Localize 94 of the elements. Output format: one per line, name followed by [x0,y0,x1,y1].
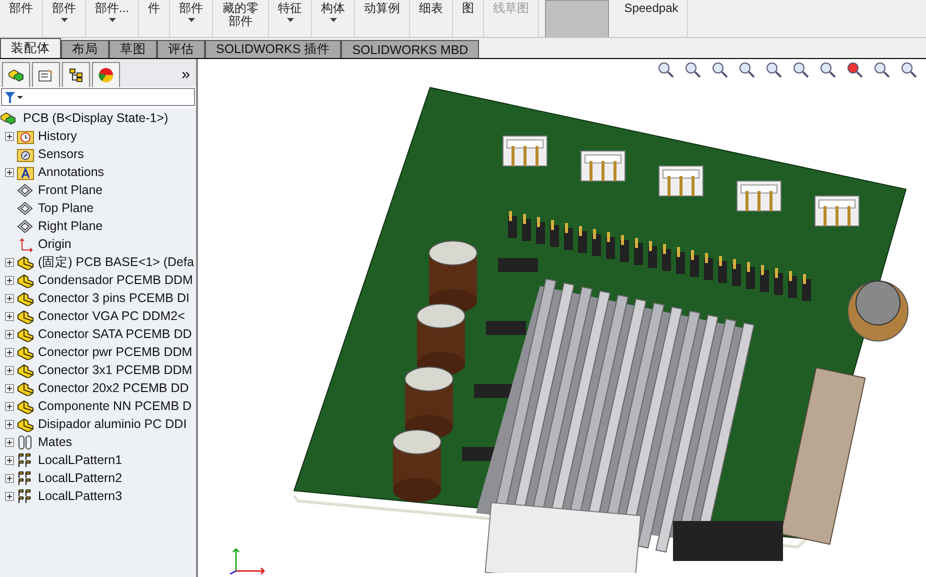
filter-field[interactable] [1,88,195,106]
tree-item[interactable]: Componente NN PCEMB D [38,399,192,413]
origin-icon [17,236,34,252]
tab[interactable]: SOLIDWORKS 插件 [205,40,342,58]
ribbon-button[interactable]: 动算例 [355,0,410,37]
expand-icon[interactable] [5,438,14,446]
tree-item[interactable]: Front Plane [38,183,103,197]
tree-item[interactable]: (固定) PCB BASE<1> (Defa [38,254,194,270]
expand-panel-button[interactable]: » [178,66,194,87]
part-icon [17,326,34,342]
tree-item[interactable]: Conector SATA PCEMB DD [38,327,192,341]
gauge-folder-icon [17,146,34,162]
tree-item[interactable]: Right Plane [38,219,103,233]
appearance-tab[interactable] [92,62,120,87]
expand-icon[interactable] [5,168,14,176]
ribbon-button[interactable]: 特征 [269,0,312,37]
tab[interactable]: 草图 [109,40,157,58]
zoom-fit-icon[interactable] [657,61,675,79]
property-tab[interactable] [32,62,60,87]
tree-item[interactable]: Conector 3 pins PCEMB DI [38,291,190,305]
axis-triad-icon [228,545,268,575]
tree-item[interactable]: Top Plane [38,201,94,215]
tab[interactable]: 布局 [61,40,109,58]
annotation-folder-icon [17,164,34,180]
expand-icon[interactable] [5,492,14,500]
caret-icon[interactable] [330,18,337,22]
part-icon [17,380,34,396]
ribbon-button[interactable]: 部件 [0,0,43,37]
expand-icon[interactable] [5,456,14,464]
part-icon [17,344,34,360]
part-icon [17,272,34,288]
tree-item[interactable]: History [38,129,77,143]
tree-item[interactable]: Annotations [38,165,104,179]
expand-icon[interactable] [5,294,14,302]
part-icon [17,290,34,306]
filter-icon [5,92,23,102]
expand-icon[interactable] [5,384,14,392]
expand-icon[interactable] [5,366,14,374]
expand-icon[interactable] [5,330,14,338]
expand-icon[interactable] [5,348,14,356]
tree-item[interactable]: Origin [38,237,72,251]
tree-root[interactable]: PCB (B<Display State-1>) [23,111,168,125]
ribbon-button[interactable]: 藏的零部件 [213,0,270,37]
ribbon-button[interactable]: 部件 [43,0,86,37]
caret-icon[interactable] [108,18,116,22]
color-ball-icon [98,67,114,83]
expand-icon[interactable] [5,312,14,320]
tab[interactable]: 装配体 [0,38,61,58]
tree-item[interactable]: LocalLPattern2 [38,471,122,485]
tree-item[interactable]: LocalLPattern1 [38,453,122,467]
tree-item[interactable]: Sensors [38,147,84,161]
tree-item[interactable]: Condensador PCEMB DDM [38,273,193,287]
part-icon [17,398,34,414]
tree-item[interactable]: Disipador aluminio PC DDI [38,417,187,431]
tree-item[interactable]: Conector VGA PC DDM2< [38,309,185,323]
feature-tree-tab[interactable] [2,62,30,87]
ribbon-button[interactable]: 部件 [170,0,214,37]
property-icon [38,68,54,82]
zoom-area-icon[interactable] [684,61,702,79]
ribbon-button[interactable]: 细表 [410,0,454,37]
expand-icon[interactable] [5,402,14,410]
configuration-tab[interactable] [62,62,90,87]
assembly-icon [0,111,16,125]
expand-icon[interactable] [5,276,14,284]
plane-icon [17,182,34,198]
tree-item[interactable]: LocalLPattern3 [38,489,122,503]
plane-icon [17,200,34,216]
expand-icon[interactable] [5,420,14,428]
expand-icon[interactable] [5,258,14,266]
part-icon [17,308,34,324]
tree-item[interactable]: Mates [38,435,72,449]
expand-icon[interactable] [5,474,14,482]
part-icon [17,416,34,432]
caret-icon[interactable] [60,18,68,22]
caret-icon[interactable] [286,18,294,22]
part-icon [17,254,34,270]
ribbon-button[interactable]: Speedpak [615,0,688,37]
ribbon-button[interactable]: 部件... [86,0,140,37]
plane-icon [17,218,34,234]
tree-item[interactable]: Conector 3x1 PCEMB DDM [38,363,192,377]
assembly-icon [8,68,24,82]
part-icon [17,362,34,378]
tab[interactable]: 评估 [157,40,205,58]
ribbon-button[interactable]: 图 [453,0,484,37]
clock-folder-icon [17,128,34,144]
tree-item[interactable]: Conector 20x2 PCEMB DD [38,381,189,395]
expand-icon[interactable] [5,132,14,140]
caret-icon[interactable] [188,18,195,22]
ribbon-button[interactable]: 件 [139,0,170,37]
ribbon-button[interactable]: 构体 [312,0,356,37]
tree-item[interactable]: Conector pwr PCEMB DDM [38,345,192,359]
tab[interactable]: SOLIDWORKS MBD [341,40,480,58]
paperclip-icon [17,434,34,450]
hierarchy-icon [68,68,84,82]
